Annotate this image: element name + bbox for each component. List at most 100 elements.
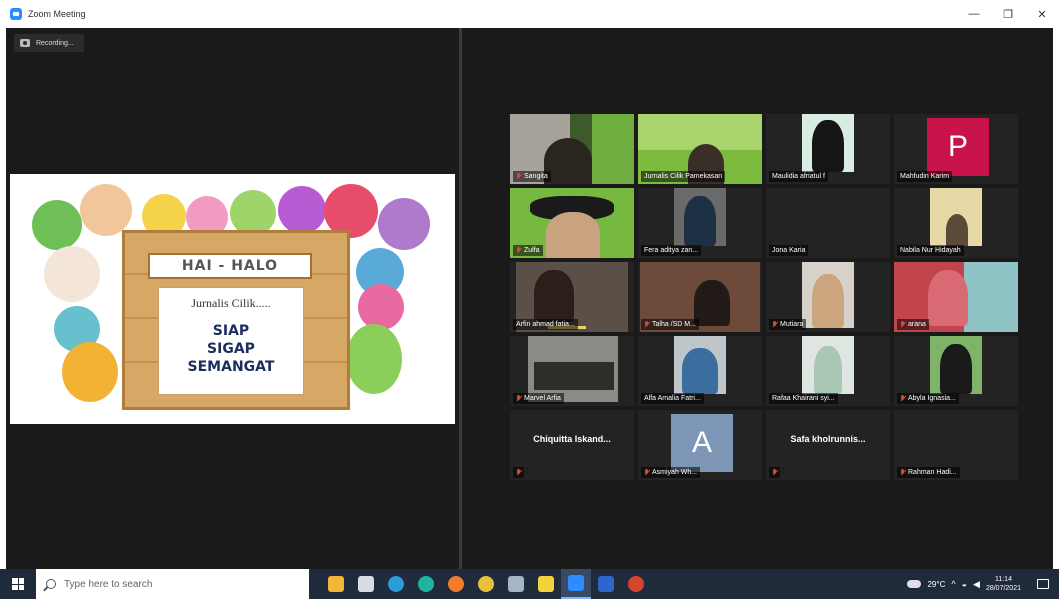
cartoon-child-illustration bbox=[358, 284, 404, 330]
taskbar-app-zoom[interactable] bbox=[561, 569, 591, 599]
participant-name: Fera aditya zan... bbox=[641, 245, 702, 256]
cartoon-child-illustration bbox=[346, 324, 402, 394]
participant-tile[interactable]: Safa kholrunnis... bbox=[766, 410, 890, 480]
windows-taskbar: Type here to search 29°C ^ ◒ ◀ 11:14 28/… bbox=[0, 569, 1059, 599]
mic-muted-icon bbox=[516, 173, 521, 180]
mic-muted-icon bbox=[772, 321, 777, 328]
volume-icon[interactable]: ◀ bbox=[973, 579, 980, 590]
participant-avatar: P bbox=[927, 118, 989, 176]
chevron-up-icon[interactable]: ^ bbox=[951, 579, 955, 589]
cartoon-child-illustration bbox=[278, 186, 326, 234]
cartoon-child-illustration bbox=[32, 200, 82, 250]
slide-banner: HAI - HALO bbox=[148, 253, 312, 279]
start-button[interactable] bbox=[0, 569, 36, 599]
mic-muted-icon bbox=[772, 469, 777, 476]
participant-tile[interactable]: Arfin ahmad fatia... bbox=[510, 262, 634, 332]
mic-muted-icon bbox=[900, 469, 905, 476]
participant-name: Abyla Ignasia... bbox=[897, 393, 959, 404]
participant-tile[interactable]: Nabila Nur Hidayah bbox=[894, 188, 1018, 258]
participant-tile[interactable]: P Mahfudin Karim bbox=[894, 114, 1018, 184]
participant-avatar: A bbox=[671, 414, 733, 472]
store-icon bbox=[358, 576, 374, 592]
title-bar: Zoom Meeting — ❐ ✕ bbox=[0, 0, 1059, 28]
participant-tile[interactable]: Fera aditya zan... bbox=[638, 188, 762, 258]
firefox-icon bbox=[448, 576, 464, 592]
slogan-line: SIAP bbox=[212, 323, 250, 339]
mic-muted-icon bbox=[644, 469, 649, 476]
participant-name: Sangita bbox=[513, 171, 551, 182]
participant-tile[interactable]: Jurnalis Cilik Pamekasan bbox=[638, 114, 762, 184]
search-icon bbox=[46, 579, 56, 589]
pen-icon bbox=[508, 576, 524, 592]
zoom-logo-icon bbox=[10, 8, 22, 20]
participant-name: Arfin ahmad fatia... bbox=[513, 319, 578, 330]
participant-name: Asmiyah Wh... bbox=[641, 467, 701, 478]
participant-tile[interactable]: Abyla Ignasia... bbox=[894, 336, 1018, 406]
slogan-line: SIGAP bbox=[207, 341, 255, 357]
taskbar-app[interactable] bbox=[411, 569, 441, 599]
participant-name: Nabila Nur Hidayah bbox=[897, 245, 964, 256]
taskbar-app[interactable] bbox=[351, 569, 381, 599]
participant-tile[interactable]: Mutiara bbox=[766, 262, 890, 332]
word-icon bbox=[598, 576, 614, 592]
recording-indicator[interactable]: Recording... bbox=[14, 34, 84, 52]
participant-tile[interactable]: Talha /SD M... bbox=[638, 262, 762, 332]
wifi-icon[interactable]: ◒ bbox=[962, 579, 967, 589]
participant-name-centered: Chiquitta Iskand... bbox=[533, 434, 611, 444]
mic-muted-icon bbox=[516, 395, 521, 402]
maximize-button[interactable]: ❐ bbox=[991, 0, 1025, 28]
taskbar-app[interactable] bbox=[531, 569, 561, 599]
recording-label: Recording... bbox=[36, 39, 74, 47]
participant-tile[interactable]: Rafaa Khairani syi... bbox=[766, 336, 890, 406]
participant-name: Jona Karia bbox=[769, 245, 809, 256]
slide-subtitle: Jurnalis Cilik..... bbox=[191, 296, 271, 310]
participant-tile[interactable]: Rahman Hadi... bbox=[894, 410, 1018, 480]
participant-tile[interactable]: Chiquitta Iskand... bbox=[510, 410, 634, 480]
taskbar-app[interactable] bbox=[381, 569, 411, 599]
taskbar-app[interactable] bbox=[591, 569, 621, 599]
participant-tile[interactable]: Zulfa bbox=[510, 188, 634, 258]
participant-tile[interactable]: arana bbox=[894, 262, 1018, 332]
participant-tile[interactable]: Jona Karia bbox=[766, 188, 890, 258]
participant-name: Alfa Amalia Fatri... bbox=[641, 393, 704, 404]
edge-chromium-icon bbox=[418, 576, 434, 592]
task-view-icon bbox=[328, 576, 344, 592]
system-tray: 29°C ^ ◒ ◀ 11:14 28/07/2021 bbox=[907, 569, 1059, 599]
mic-muted-icon bbox=[900, 321, 905, 328]
cartoon-child-illustration bbox=[44, 246, 100, 302]
participant-name-centered: Safa kholrunnis... bbox=[790, 434, 866, 444]
weather-temperature[interactable]: 29°C bbox=[927, 580, 945, 589]
window-title: Zoom Meeting bbox=[28, 9, 86, 19]
task-view-button[interactable] bbox=[321, 569, 351, 599]
participant-name: Jurnalis Cilik Pamekasan bbox=[641, 171, 726, 182]
taskbar-search[interactable]: Type here to search bbox=[36, 569, 309, 599]
minimize-button[interactable]: — bbox=[957, 0, 991, 28]
weather-icon bbox=[907, 580, 922, 588]
mic-muted-icon bbox=[900, 395, 905, 402]
participant-name: Mutiara bbox=[769, 319, 807, 330]
participant-tile[interactable]: Maulidia afriatul f bbox=[766, 114, 890, 184]
taskbar-apps bbox=[321, 569, 651, 599]
cartoon-child-illustration bbox=[62, 342, 118, 402]
notification-icon[interactable] bbox=[1037, 579, 1049, 589]
cartoon-child-illustration bbox=[378, 198, 430, 250]
participant-status bbox=[513, 467, 524, 478]
taskbar-app[interactable] bbox=[501, 569, 531, 599]
participant-name: Rahman Hadi... bbox=[897, 467, 960, 478]
clock-date: 28/07/2021 bbox=[985, 585, 1021, 592]
meeting-area: Recording... HAI - HALO Jurnalis Cilik..… bbox=[6, 28, 1053, 569]
taskbar-app[interactable] bbox=[471, 569, 501, 599]
participant-tile[interactable]: Sangita bbox=[510, 114, 634, 184]
participant-tile[interactable]: A Asmiyah Wh... bbox=[638, 410, 762, 480]
participant-name: Zulfa bbox=[513, 245, 543, 256]
taskbar-clock[interactable]: 11:14 28/07/2021 bbox=[986, 575, 1021, 593]
clock-time: 11:14 bbox=[994, 576, 1012, 583]
participant-tile[interactable]: Alfa Amalia Fatri... bbox=[638, 336, 762, 406]
taskbar-app[interactable] bbox=[621, 569, 651, 599]
taskbar-app[interactable] bbox=[441, 569, 471, 599]
shared-slide: HAI - HALO Jurnalis Cilik..... SIAP SIGA… bbox=[10, 174, 455, 424]
edge-icon bbox=[388, 576, 404, 592]
cartoon-child-illustration bbox=[80, 184, 132, 236]
participant-tile[interactable]: Marvel Arfia bbox=[510, 336, 634, 406]
close-button[interactable]: ✕ bbox=[1025, 0, 1059, 28]
